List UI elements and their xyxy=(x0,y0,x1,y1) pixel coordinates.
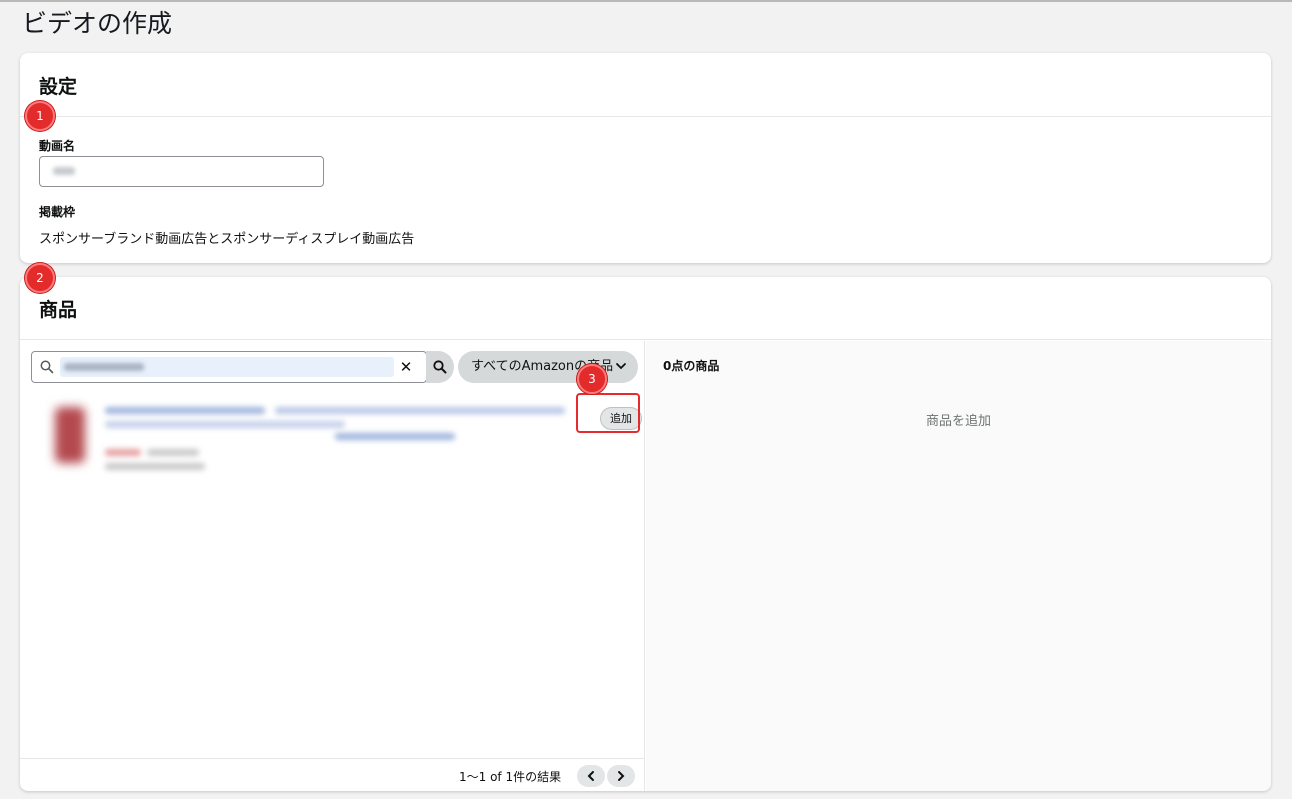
settings-header: 設定 xyxy=(20,53,1271,117)
placement-label: 掲載枠 xyxy=(39,205,76,219)
products-title: 商品 xyxy=(39,299,78,321)
product-search-input[interactable]: ✕ xyxy=(31,351,427,383)
product-title-blurred xyxy=(105,407,265,414)
placement-value: スポンサーブランド動画広告とスポンサーディスプレイ動画広告 xyxy=(39,232,415,247)
page-title: ビデオの作成 xyxy=(22,9,173,38)
chevron-left-icon xyxy=(587,771,594,781)
search-query-blurred xyxy=(60,357,394,377)
clear-icon[interactable]: ✕ xyxy=(398,358,414,376)
settings-title: 設定 xyxy=(39,76,78,98)
step-marker-2: 2 xyxy=(25,263,55,293)
pagination-bar: 1～1 of 1件の結果 xyxy=(20,758,645,791)
add-button-highlight xyxy=(576,393,640,433)
video-name-value-blurred xyxy=(53,167,75,175)
step-marker-1: 1 xyxy=(25,101,55,131)
settings-card: 設定 動画名 掲載枠 スポンサーブランド動画広告とスポンサーディスプレイ動画広告 xyxy=(20,53,1271,263)
products-header: 商品 xyxy=(20,277,1271,340)
next-page-button[interactable] xyxy=(607,765,635,787)
search-icon xyxy=(433,360,447,374)
chevron-down-icon xyxy=(616,363,626,370)
products-card: 商品 ✕ すべてのAmazonの商品 追加 1～1 of 1件の結果 0点の商品… xyxy=(20,277,1271,791)
selected-count-title: 0点の商品 xyxy=(663,359,720,373)
search-button[interactable] xyxy=(426,351,454,383)
chevron-right-icon xyxy=(618,771,625,781)
prev-page-button[interactable] xyxy=(577,765,605,787)
search-scope-select[interactable]: すべてのAmazonの商品 xyxy=(458,351,638,383)
selected-products-pane: 0点の商品 商品を追加 xyxy=(646,341,1271,791)
product-search-pane: ✕ すべてのAmazonの商品 追加 1～1 of 1件の結果 xyxy=(20,341,645,791)
product-image xyxy=(55,407,85,463)
search-icon xyxy=(40,360,54,374)
top-border xyxy=(0,0,1292,2)
video-name-input[interactable] xyxy=(39,156,324,187)
pagination-summary: 1～1 of 1件の結果 xyxy=(459,770,562,784)
empty-state-message: 商品を追加 xyxy=(925,414,991,429)
video-name-label: 動画名 xyxy=(39,139,76,153)
step-marker-3: 3 xyxy=(577,364,607,394)
product-result-row: 追加 xyxy=(35,393,642,493)
